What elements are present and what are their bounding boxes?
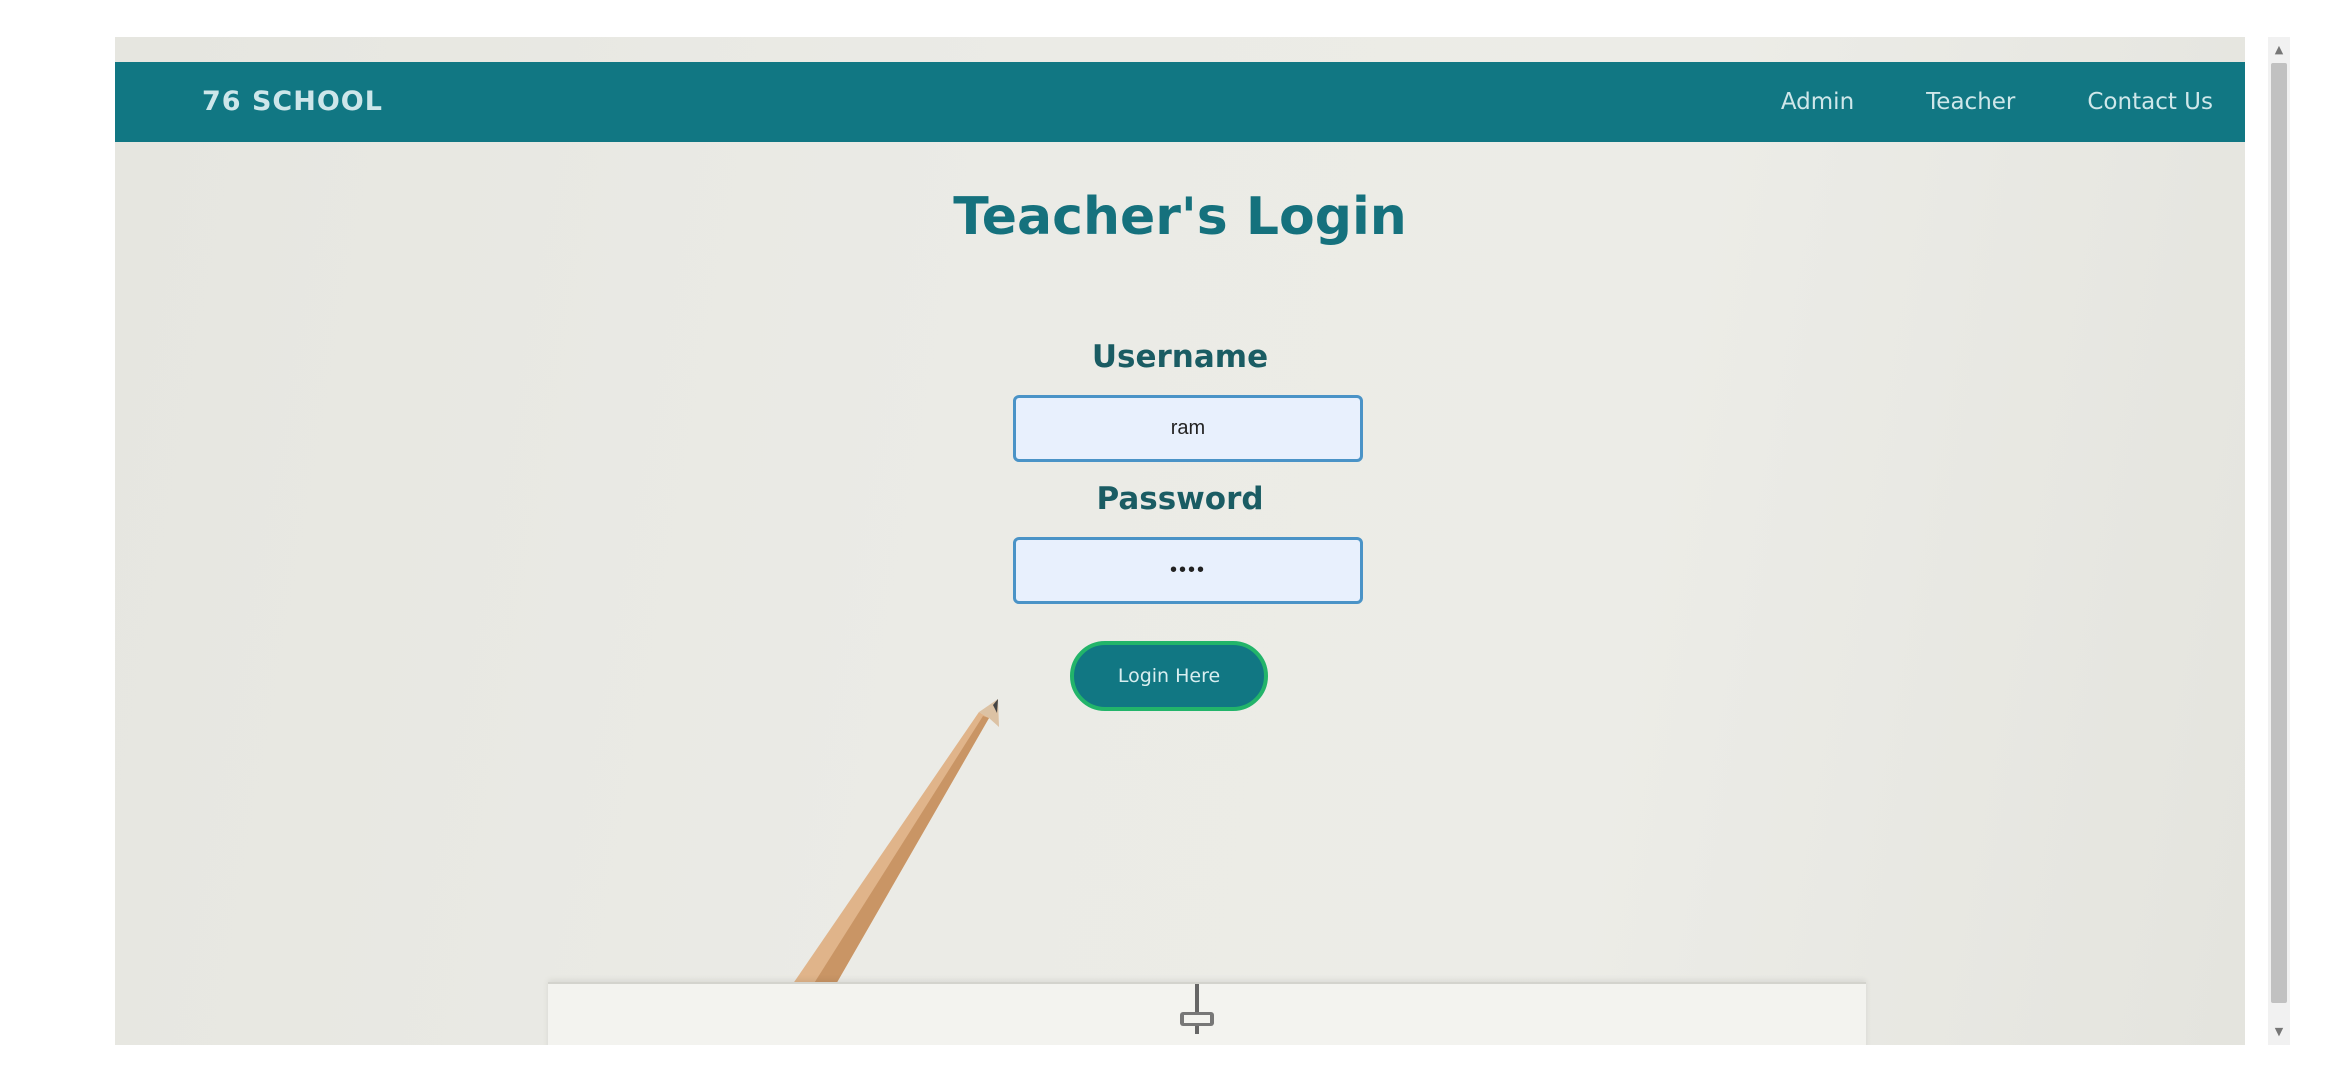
brand-logo[interactable]: 76 SCHOOL: [202, 62, 383, 142]
navbar: 76 SCHOOL Admin Teacher Contact Us: [115, 62, 2245, 142]
page-viewport: 76 SCHOOL Admin Teacher Contact Us Teach…: [115, 37, 2245, 1045]
username-label: Username: [1091, 339, 1269, 375]
password-input[interactable]: [1013, 537, 1363, 604]
username-input[interactable]: [1013, 395, 1363, 462]
notebook-image: [548, 982, 1866, 1045]
scroll-down-arrow-icon[interactable]: ▼: [2268, 1023, 2290, 1041]
vertical-scrollbar[interactable]: ▲ ▼: [2268, 37, 2290, 1045]
nav-links: Admin Teacher Contact Us: [1781, 62, 2213, 142]
nav-link-teacher[interactable]: Teacher: [1926, 89, 2015, 115]
nav-link-admin[interactable]: Admin: [1781, 89, 1854, 115]
password-label: Password: [1096, 481, 1264, 517]
login-button[interactable]: Login Here: [1070, 641, 1268, 711]
scroll-up-arrow-icon[interactable]: ▲: [2268, 41, 2290, 59]
page-title: Teacher's Login: [953, 187, 1407, 247]
scrollbar-thumb[interactable]: [2271, 63, 2287, 1003]
nav-link-contact-us[interactable]: Contact Us: [2087, 89, 2213, 115]
binder-clip-icon: [1180, 984, 1214, 1034]
